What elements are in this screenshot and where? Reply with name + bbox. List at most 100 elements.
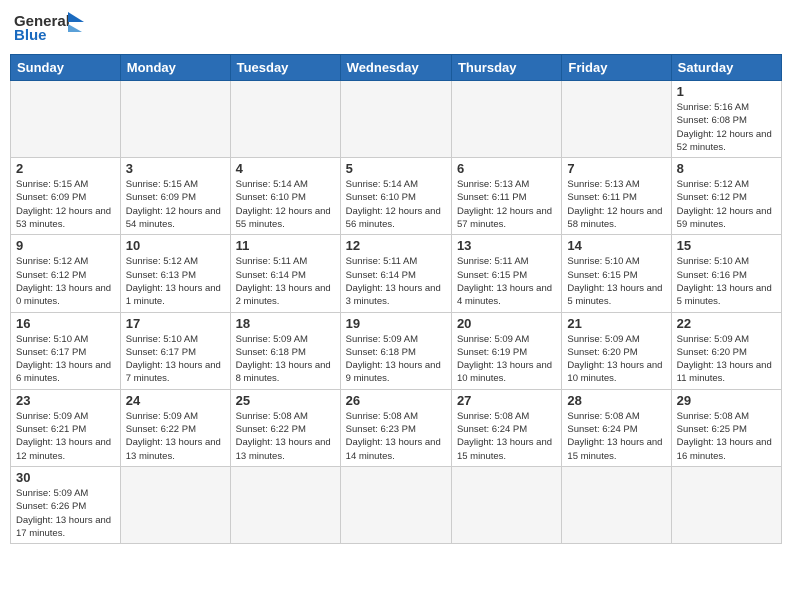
day-info: Sunrise: 5:12 AM Sunset: 6:12 PM Dayligh… xyxy=(677,178,776,231)
day-info: Sunrise: 5:10 AM Sunset: 6:15 PM Dayligh… xyxy=(567,255,665,308)
day-number: 7 xyxy=(567,161,665,176)
day-cell: 8Sunrise: 5:12 AM Sunset: 6:12 PM Daylig… xyxy=(671,158,781,235)
day-info: Sunrise: 5:15 AM Sunset: 6:09 PM Dayligh… xyxy=(126,178,225,231)
day-number: 15 xyxy=(677,238,776,253)
day-cell: 3Sunrise: 5:15 AM Sunset: 6:09 PM Daylig… xyxy=(120,158,230,235)
day-cell: 24Sunrise: 5:09 AM Sunset: 6:22 PM Dayli… xyxy=(120,389,230,466)
day-number: 13 xyxy=(457,238,556,253)
day-number: 25 xyxy=(236,393,335,408)
svg-text:Blue: Blue xyxy=(14,27,47,44)
day-number: 28 xyxy=(567,393,665,408)
day-info: Sunrise: 5:08 AM Sunset: 6:22 PM Dayligh… xyxy=(236,410,335,463)
day-cell xyxy=(230,81,340,158)
day-number: 1 xyxy=(677,84,776,99)
day-number: 18 xyxy=(236,316,335,331)
day-cell xyxy=(671,466,781,543)
day-cell: 5Sunrise: 5:14 AM Sunset: 6:10 PM Daylig… xyxy=(340,158,451,235)
day-cell: 22 Sunrise: 5:09 AM Sunset: 6:20 PM Dayli… xyxy=(671,312,781,389)
day-cell: 7 Sunrise: 5:13 AM Sunset: 6:11 PM Daylig… xyxy=(562,158,671,235)
day-cell: 23Sunrise: 5:09 AM Sunset: 6:21 PM Dayli… xyxy=(11,389,121,466)
day-number: 10 xyxy=(126,238,225,253)
day-info: Sunrise: 5:09 AM Sunset: 6:20 PM Dayligh… xyxy=(677,333,776,386)
day-cell: 1Sunrise: 5:16 AM Sunset: 6:08 PM Daylig… xyxy=(671,81,781,158)
day-cell xyxy=(340,466,451,543)
day-info: Sunrise: 5:12 AM Sunset: 6:12 PM Dayligh… xyxy=(16,255,115,308)
week-row-5: 23Sunrise: 5:09 AM Sunset: 6:21 PM Dayli… xyxy=(11,389,782,466)
day-cell xyxy=(562,466,671,543)
day-cell xyxy=(230,466,340,543)
week-row-4: 16 Sunrise: 5:10 AM Sunset: 6:17 PM Dayli… xyxy=(11,312,782,389)
day-info: Sunrise: 5:14 AM Sunset: 6:10 PM Dayligh… xyxy=(346,178,446,231)
day-cell: 25 Sunrise: 5:08 AM Sunset: 6:22 PM Dayli… xyxy=(230,389,340,466)
day-info: Sunrise: 5:09 AM Sunset: 6:19 PM Dayligh… xyxy=(457,333,556,386)
day-number: 19 xyxy=(346,316,446,331)
day-info: Sunrise: 5:13 AM Sunset: 6:11 PM Dayligh… xyxy=(567,178,665,231)
day-number: 29 xyxy=(677,393,776,408)
day-info: Sunrise: 5:09 AM Sunset: 6:18 PM Dayligh… xyxy=(346,333,446,386)
day-cell: 6Sunrise: 5:13 AM Sunset: 6:11 PM Daylig… xyxy=(451,158,561,235)
weekday-header-row: SundayMondayTuesdayWednesdayThursdayFrid… xyxy=(11,55,782,81)
day-cell: 16Sunrise: 5:10 AM Sunset: 6:17 PM Dayli… xyxy=(11,312,121,389)
day-cell: 26Sunrise: 5:08 AM Sunset: 6:23 PM Dayli… xyxy=(340,389,451,466)
header: GeneralBlue xyxy=(10,10,782,48)
weekday-header-saturday: Saturday xyxy=(671,55,781,81)
day-number: 2 xyxy=(16,161,115,176)
day-cell xyxy=(451,81,561,158)
day-info: Sunrise: 5:11 AM Sunset: 6:14 PM Dayligh… xyxy=(236,255,335,308)
day-info: Sunrise: 5:09 AM Sunset: 6:20 PM Dayligh… xyxy=(567,333,665,386)
day-cell: 14Sunrise: 5:10 AM Sunset: 6:15 PM Dayli… xyxy=(562,235,671,312)
calendar: SundayMondayTuesdayWednesdayThursdayFrid… xyxy=(10,54,782,544)
day-number: 11 xyxy=(236,238,335,253)
day-cell: 18 Sunrise: 5:09 AM Sunset: 6:18 PM Dayli… xyxy=(230,312,340,389)
day-cell xyxy=(451,466,561,543)
day-cell: 2 Sunrise: 5:15 AM Sunset: 6:09 PM Daylig… xyxy=(11,158,121,235)
week-row-1: 1Sunrise: 5:16 AM Sunset: 6:08 PM Daylig… xyxy=(11,81,782,158)
day-cell xyxy=(340,81,451,158)
day-number: 22 xyxy=(677,316,776,331)
day-info: Sunrise: 5:09 AM Sunset: 6:22 PM Dayligh… xyxy=(126,410,225,463)
day-number: 26 xyxy=(346,393,446,408)
weekday-header-friday: Friday xyxy=(562,55,671,81)
day-cell: 19 Sunrise: 5:09 AM Sunset: 6:18 PM Dayli… xyxy=(340,312,451,389)
day-info: Sunrise: 5:11 AM Sunset: 6:15 PM Dayligh… xyxy=(457,255,556,308)
day-info: Sunrise: 5:09 AM Sunset: 6:21 PM Dayligh… xyxy=(16,410,115,463)
day-cell: 12Sunrise: 5:11 AM Sunset: 6:14 PM Dayli… xyxy=(340,235,451,312)
weekday-header-thursday: Thursday xyxy=(451,55,561,81)
day-info: Sunrise: 5:09 AM Sunset: 6:26 PM Dayligh… xyxy=(16,487,115,540)
day-cell: 4 Sunrise: 5:14 AM Sunset: 6:10 PM Daylig… xyxy=(230,158,340,235)
day-number: 30 xyxy=(16,470,115,485)
weekday-header-sunday: Sunday xyxy=(11,55,121,81)
day-number: 21 xyxy=(567,316,665,331)
day-cell: 30 Sunrise: 5:09 AM Sunset: 6:26 PM Dayli… xyxy=(11,466,121,543)
day-cell xyxy=(11,81,121,158)
day-cell xyxy=(120,466,230,543)
day-cell xyxy=(120,81,230,158)
day-info: Sunrise: 5:10 AM Sunset: 6:17 PM Dayligh… xyxy=(126,333,225,386)
day-cell: 11 Sunrise: 5:11 AM Sunset: 6:14 PM Dayli… xyxy=(230,235,340,312)
day-number: 9 xyxy=(16,238,115,253)
day-info: Sunrise: 5:09 AM Sunset: 6:18 PM Dayligh… xyxy=(236,333,335,386)
day-number: 16 xyxy=(16,316,115,331)
day-number: 4 xyxy=(236,161,335,176)
logo: GeneralBlue xyxy=(14,10,84,48)
week-row-6: 30 Sunrise: 5:09 AM Sunset: 6:26 PM Dayli… xyxy=(11,466,782,543)
day-cell xyxy=(562,81,671,158)
day-info: Sunrise: 5:14 AM Sunset: 6:10 PM Dayligh… xyxy=(236,178,335,231)
logo-svg: GeneralBlue xyxy=(14,10,84,48)
day-cell: 10Sunrise: 5:12 AM Sunset: 6:13 PM Dayli… xyxy=(120,235,230,312)
day-info: Sunrise: 5:08 AM Sunset: 6:25 PM Dayligh… xyxy=(677,410,776,463)
day-info: Sunrise: 5:13 AM Sunset: 6:11 PM Dayligh… xyxy=(457,178,556,231)
day-cell: 20 Sunrise: 5:09 AM Sunset: 6:19 PM Dayli… xyxy=(451,312,561,389)
day-info: Sunrise: 5:15 AM Sunset: 6:09 PM Dayligh… xyxy=(16,178,115,231)
day-number: 27 xyxy=(457,393,556,408)
day-info: Sunrise: 5:11 AM Sunset: 6:14 PM Dayligh… xyxy=(346,255,446,308)
day-number: 20 xyxy=(457,316,556,331)
day-cell: 29 Sunrise: 5:08 AM Sunset: 6:25 PM Dayli… xyxy=(671,389,781,466)
weekday-header-wednesday: Wednesday xyxy=(340,55,451,81)
day-cell: 27Sunrise: 5:08 AM Sunset: 6:24 PM Dayli… xyxy=(451,389,561,466)
day-number: 17 xyxy=(126,316,225,331)
week-row-2: 2 Sunrise: 5:15 AM Sunset: 6:09 PM Daylig… xyxy=(11,158,782,235)
day-cell: 28 Sunrise: 5:08 AM Sunset: 6:24 PM Dayli… xyxy=(562,389,671,466)
day-info: Sunrise: 5:08 AM Sunset: 6:24 PM Dayligh… xyxy=(567,410,665,463)
weekday-header-monday: Monday xyxy=(120,55,230,81)
